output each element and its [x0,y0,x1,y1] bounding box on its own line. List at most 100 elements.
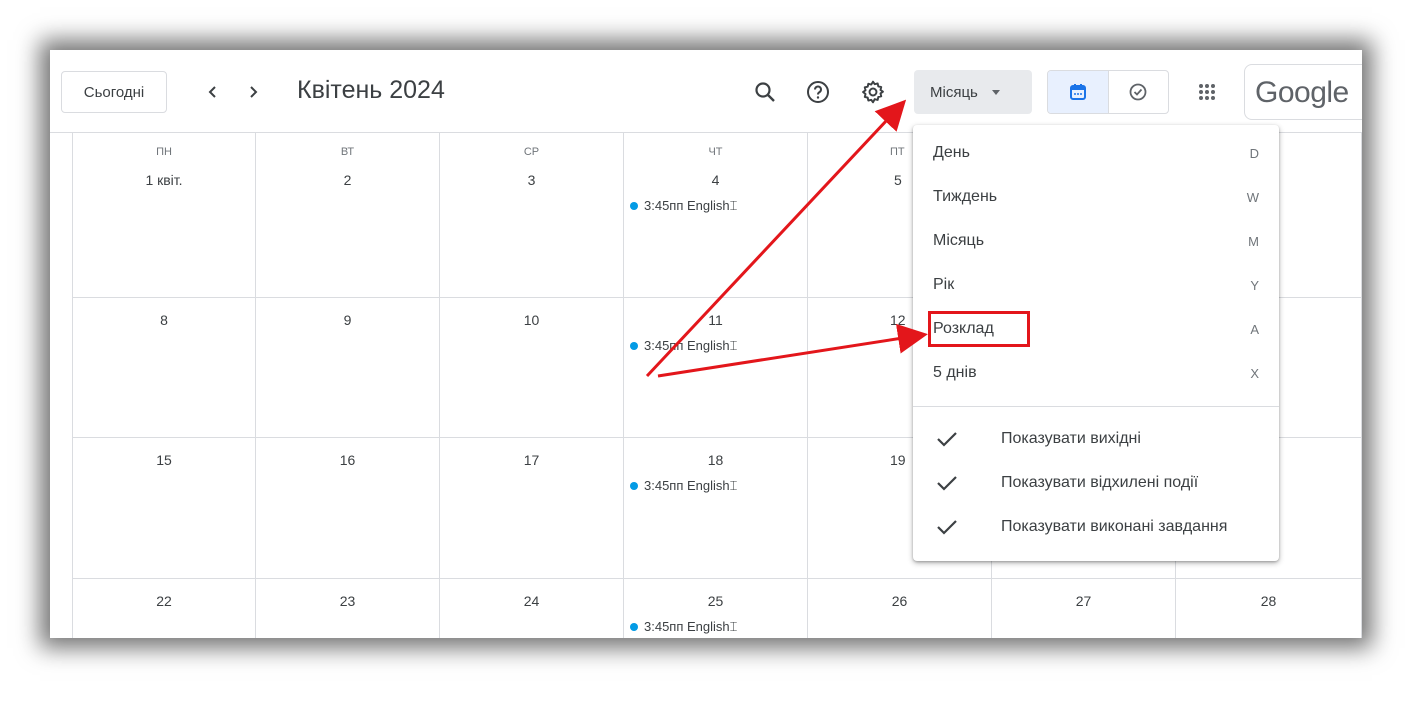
google-account-box[interactable]: Google [1244,64,1362,120]
view-select-button[interactable]: Місяць [914,70,1032,114]
day-number: 11 [708,312,723,328]
day-number: 9 [343,312,352,328]
day-number: 27 [1075,593,1092,609]
day-cell[interactable]: 8 [72,298,256,438]
day-cell[interactable]: ПН 1 квіт. [72,132,256,298]
day-cell[interactable]: 15 [72,438,256,579]
apps-grid-icon [1199,84,1215,100]
event-label: 3:45пп English⌶ [644,619,738,634]
help-button[interactable] [801,75,835,109]
event-dot-icon [630,623,638,631]
day-cell[interactable]: 26 [808,579,992,638]
calendar-tasks-toggle [1047,70,1169,114]
day-number: 17 [523,452,540,468]
day-number: 26 [891,593,908,609]
calendar-event[interactable]: 3:45пп English⌶ [630,198,737,214]
settings-button[interactable] [856,75,890,109]
menu-item-shortcut: D [1249,145,1259,161]
option-show-weekends[interactable]: Показувати вихідні [913,417,1279,461]
day-cell[interactable]: 18 3:45пп English⌶ [624,438,808,579]
day-cell[interactable]: 11 3:45пп English⌶ [624,298,808,438]
menu-item-label: Місяць [933,232,985,249]
option-show-declined-events[interactable]: Показувати відхилені події [913,461,1279,505]
calendar-view-button[interactable] [1048,71,1109,113]
search-button[interactable] [748,75,782,109]
menu-item-shortcut: A [1250,321,1259,337]
day-number: 28 [1260,593,1277,609]
option-label: Показувати відхилені події [1001,474,1199,491]
menu-item-shortcut: M [1248,233,1259,249]
gear-icon [862,80,884,104]
day-cell[interactable]: СР 3 [440,132,624,298]
day-cell[interactable]: 28 [1176,579,1362,638]
day-cell[interactable]: ЧТ 4 3:45пп English⌶ [624,132,808,298]
day-of-week-label: ПН [156,146,172,158]
menu-item-shortcut: Y [1250,277,1259,293]
day-cell[interactable]: ВТ 2 [256,132,440,298]
day-number: 24 [523,593,540,609]
day-cell[interactable]: 23 [256,579,440,638]
option-label: Показувати виконані завдання [1001,518,1228,535]
view-dropdown-menu: День D Тиждень W Місяць M Рік Y Розклад … [913,125,1279,561]
day-number: 10 [523,312,540,328]
chevron-right-icon [250,86,258,98]
option-label: Показувати вихідні [1001,430,1141,447]
google-logo: Google [1255,76,1349,109]
menu-divider [913,406,1279,407]
view-select-label: Місяць [930,83,978,101]
menu-item-week[interactable]: Тиждень W [913,175,1279,219]
menu-item-day[interactable]: День D [913,131,1279,175]
event-dot-icon [630,482,638,490]
menu-item-5-days[interactable]: 5 днів X [913,351,1279,395]
calendar-window: Сьогодні Квітень 2024 Місяць Google ПН 1… [50,50,1362,638]
day-cell[interactable]: 9 [256,298,440,438]
menu-item-label: День [933,144,970,161]
menu-item-label: 5 днів [933,364,977,381]
day-cell[interactable]: 10 [440,298,624,438]
today-button[interactable]: Сьогодні [61,71,167,113]
day-of-week-label: ВТ [340,146,355,158]
calendar-icon [1069,84,1086,100]
check-icon [935,427,959,451]
chevron-left-icon [208,86,216,98]
menu-item-year[interactable]: Рік Y [913,263,1279,307]
top-bar: Сьогодні Квітень 2024 Місяць Google [50,50,1362,133]
next-period-button[interactable] [235,74,271,110]
day-number: 15 [156,452,172,468]
option-show-completed-tasks[interactable]: Показувати виконані завдання [913,505,1279,549]
day-number: 23 [339,593,356,609]
prev-period-button[interactable] [195,74,231,110]
calendar-event[interactable]: 3:45пп English⌶ [630,619,737,635]
day-number: 8 [160,312,168,328]
page-title: Квітень 2024 [297,76,445,104]
apps-button[interactable] [1190,75,1224,109]
day-number: 4 [711,172,720,188]
day-number: 25 [707,593,724,609]
calendar-event[interactable]: 3:45пп English⌶ [630,478,737,494]
menu-item-label: Рік [933,276,955,293]
menu-item-shortcut: W [1246,189,1259,205]
day-cell[interactable]: 16 [256,438,440,579]
tasks-icon [1129,83,1147,101]
day-number: 3 [527,172,536,188]
day-number: 22 [156,593,172,609]
day-of-week-label: СР [523,146,540,158]
day-number: 18 [707,452,724,468]
menu-item-month[interactable]: Місяць M [913,219,1279,263]
calendar-event[interactable]: 3:45пп English⌶ [630,338,737,354]
day-number: 1 квіт. [145,172,183,188]
menu-item-label: Тиждень [933,188,998,205]
check-icon [935,471,959,495]
day-cell[interactable]: 22 [72,579,256,638]
tasks-view-button[interactable] [1109,71,1169,113]
search-icon [755,82,775,102]
day-cell[interactable]: 17 [440,438,624,579]
menu-item-shortcut: X [1250,365,1259,381]
help-icon [807,81,829,103]
day-cell[interactable]: 25 3:45пп English⌶ [624,579,808,638]
event-dot-icon [630,202,638,210]
day-number: 16 [339,452,356,468]
day-cell[interactable]: 24 [440,579,624,638]
day-cell[interactable]: 27 [992,579,1176,638]
caret-down-icon [991,89,1000,95]
